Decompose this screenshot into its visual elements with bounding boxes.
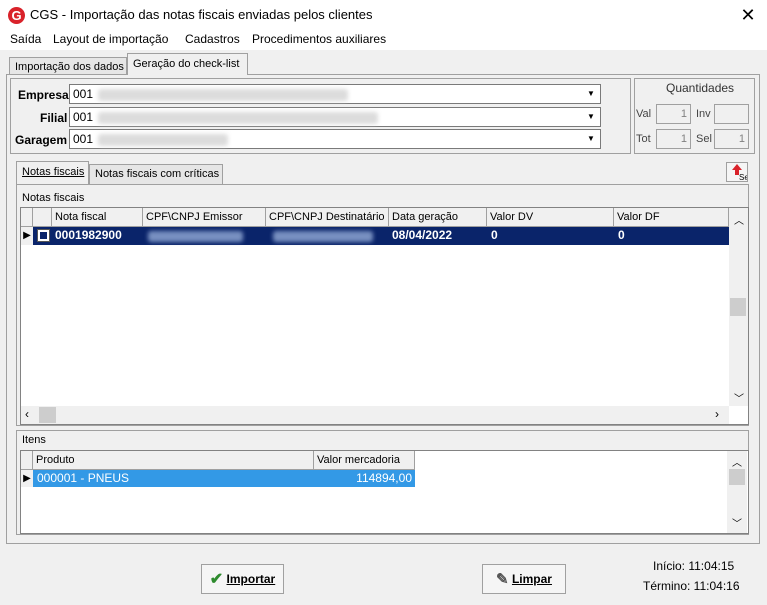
col-data-geracao[interactable]: Data geração — [389, 208, 487, 227]
notas-group-title: Notas fiscais — [22, 192, 85, 204]
row-indicator-icon: ▶ — [21, 227, 33, 245]
quantidades-title: Quantidades — [666, 81, 735, 95]
val-label: Val — [636, 108, 652, 120]
row-checkbox[interactable] — [37, 229, 50, 242]
garagem-label: Garagem — [15, 133, 68, 147]
col-produto[interactable]: Produto — [33, 451, 314, 470]
col-nota-fiscal[interactable]: Nota fiscal — [52, 208, 143, 227]
checkbox-checked-icon — [40, 232, 47, 239]
menu-saida[interactable]: Saída — [10, 32, 41, 46]
close-button[interactable]: ✕ — [736, 3, 760, 27]
scroll-left-icon[interactable]: ‹ — [25, 407, 29, 421]
eraser-icon: ✎ — [496, 570, 509, 588]
cell-valor-mercadoria: 114894,00 — [356, 471, 412, 485]
grid-check-header — [33, 208, 52, 227]
itens-indicator-header — [21, 451, 33, 470]
garagem-redacted — [98, 134, 228, 146]
chevron-down-icon[interactable]: ▼ — [583, 86, 599, 102]
menu-layout-importacao[interactable]: Layout de importação — [53, 32, 168, 46]
tab-geracao-checklist[interactable]: Geração do check-list — [127, 53, 248, 75]
scroll-up-icon[interactable]: ︿ — [732, 454, 742, 469]
empresa-label: Empresa — [18, 88, 69, 102]
red-arrow-icon: Sel — [732, 164, 751, 182]
inv-field — [714, 104, 749, 124]
app-logo-icon: G — [8, 7, 25, 24]
col-cpf-destinatario[interactable]: CPF\CNPJ Destinatário — [266, 208, 389, 227]
limpar-label: Limpar — [511, 572, 552, 586]
row-indicator-icon: ▶ — [21, 470, 33, 487]
importar-label: Importar — [226, 572, 276, 586]
col-valor-df[interactable]: Valor DF — [614, 208, 729, 227]
cell-data-geracao: 08/04/2022 — [392, 228, 453, 242]
scroll-down-icon[interactable]: ﹀ — [734, 390, 744, 405]
cell-emissor-redacted — [148, 231, 243, 242]
cell-nota-fiscal: 0001982900 — [55, 228, 122, 242]
sel-text: Sel — [739, 173, 747, 181]
filial-select[interactable]: 001 ▼ — [69, 107, 601, 127]
sel-field: 1 — [714, 129, 749, 149]
notas-vscrollbar[interactable]: ︿ ﹀ — [729, 208, 748, 406]
cell-produto: 000001 - PNEUS — [37, 471, 130, 485]
scroll-thumb[interactable] — [730, 298, 746, 316]
garagem-code: 001 — [73, 132, 94, 146]
hscroll-thumb[interactable] — [39, 407, 56, 423]
itens-group-title: Itens — [22, 434, 46, 446]
scroll-down-icon[interactable]: ﹀ — [732, 515, 742, 530]
tab-importacao-dados[interactable]: Importação dos dados — [9, 57, 127, 75]
cell-valor-df: 0 — [618, 228, 625, 242]
tab-notas-criticas[interactable]: Notas fiscais com críticas — [89, 164, 223, 184]
table-row[interactable]: 000001 - PNEUS 114894,00 — [33, 470, 415, 487]
empresa-select[interactable]: 001 ▼ — [69, 84, 601, 104]
col-valor-dv[interactable]: Valor DV — [487, 208, 614, 227]
sel-label: Sel — [696, 133, 712, 145]
scroll-thumb[interactable] — [729, 469, 745, 485]
chevron-down-icon[interactable]: ▼ — [583, 109, 599, 125]
termino-time: Término: 11:04:16 — [643, 579, 740, 593]
tab-notas-fiscais[interactable]: Notas fiscais — [16, 161, 89, 184]
table-row[interactable]: 0001982900 08/04/2022 0 0 — [33, 227, 729, 245]
cell-destinatario-redacted — [273, 231, 373, 242]
filial-code: 001 — [73, 110, 94, 124]
inv-label: Inv — [696, 108, 711, 120]
tot-label: Tot — [636, 133, 651, 145]
garagem-select[interactable]: 001 ▼ — [69, 129, 601, 149]
limpar-button[interactable]: ✎ Limpar — [482, 564, 566, 594]
check-icon: ✔ — [209, 570, 224, 588]
empresa-redacted — [98, 89, 348, 101]
inicio-time: Início: 11:04:15 — [653, 559, 735, 573]
menu-cadastros[interactable]: Cadastros — [185, 32, 240, 46]
val-field: 1 — [656, 104, 691, 124]
filial-redacted — [98, 112, 378, 124]
menu-procedimentos-auxiliares[interactable]: Procedimentos auxiliares — [252, 32, 386, 46]
itens-vscrollbar[interactable]: ︿ ﹀ — [727, 451, 747, 533]
empresa-code: 001 — [73, 87, 94, 101]
select-all-button[interactable]: Sel — [726, 162, 751, 182]
tot-field: 1 — [656, 129, 691, 149]
cell-valor-dv: 0 — [491, 228, 498, 242]
tab-notas-fiscais-label: Notas fiscais — [22, 166, 85, 178]
filial-label: Filial — [40, 111, 68, 125]
scroll-up-icon[interactable]: ︿ — [734, 212, 744, 227]
col-valor-mercadoria[interactable]: Valor mercadoria — [314, 451, 415, 470]
chevron-down-icon[interactable]: ▼ — [583, 131, 599, 147]
notas-hscrollbar[interactable]: ‹ › — [21, 406, 729, 424]
scroll-right-icon[interactable]: › — [715, 407, 719, 421]
importar-button[interactable]: ✔ Importar — [201, 564, 284, 594]
col-cpf-emissor[interactable]: CPF\CNPJ Emissor — [143, 208, 266, 227]
grid-indicator-header — [21, 208, 33, 227]
window-title: CGS - Importação das notas fiscais envia… — [30, 7, 373, 22]
